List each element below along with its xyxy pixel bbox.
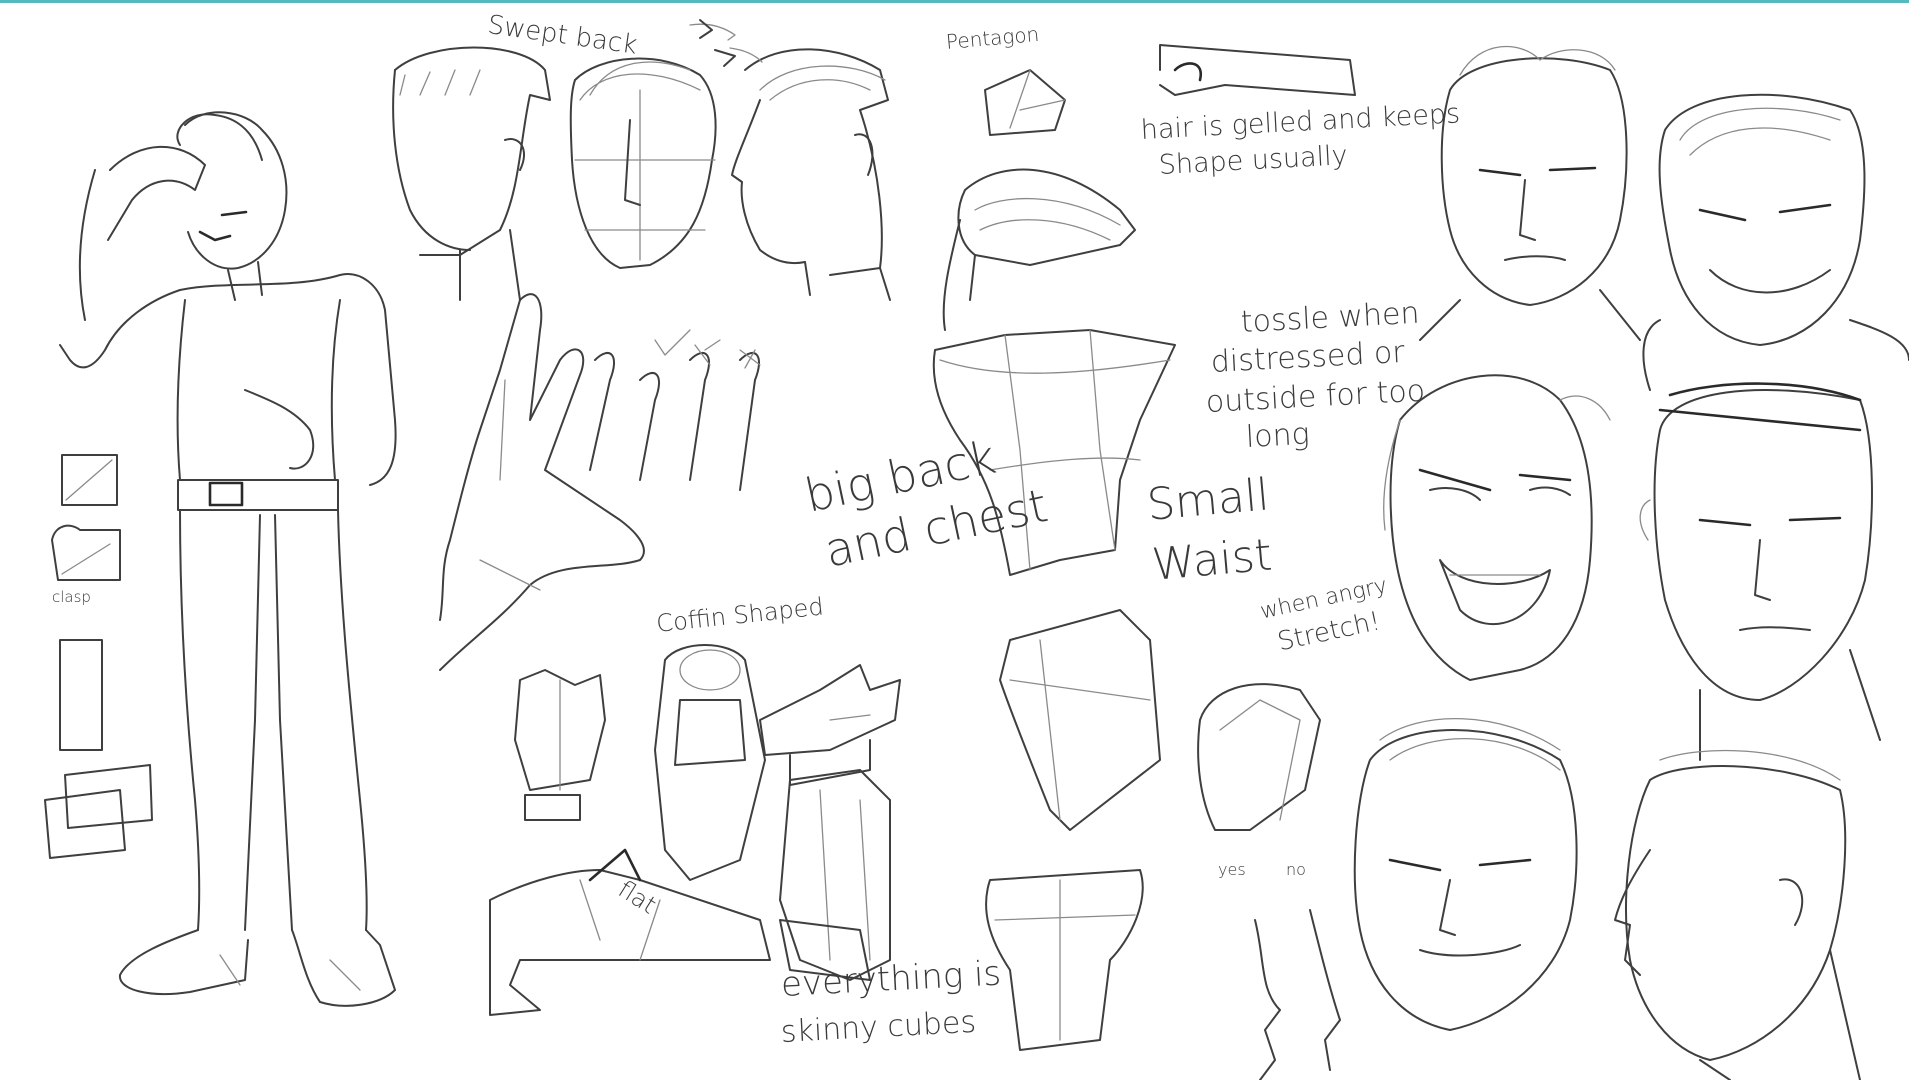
angry-face-study <box>1383 374 1611 681</box>
shoe-studies <box>489 644 901 1016</box>
clasp-label: clasp <box>52 588 91 606</box>
swept-arrow-1 <box>689 23 763 63</box>
belt-clasp-studies <box>44 454 153 859</box>
gelled-hair-shape <box>1159 44 1356 96</box>
small-note: Small <box>1145 469 1272 531</box>
hip-block-studies <box>985 609 1161 1051</box>
head-studies-right-middle <box>1639 382 1881 761</box>
waist-note: Waist <box>1150 529 1275 591</box>
full-body-figure-sketch <box>59 111 397 1007</box>
nose-yes-no-studies <box>1197 683 1341 1080</box>
long-note: long <box>1245 416 1311 455</box>
yes-label: yes <box>1218 860 1246 879</box>
head-swept-back-studies <box>392 46 891 301</box>
no-label: no <box>1286 860 1306 879</box>
hair-pentagon-shapes <box>942 69 1136 331</box>
head-studies-bottom <box>1353 717 1861 1080</box>
head-studies-right-top <box>1419 45 1909 391</box>
